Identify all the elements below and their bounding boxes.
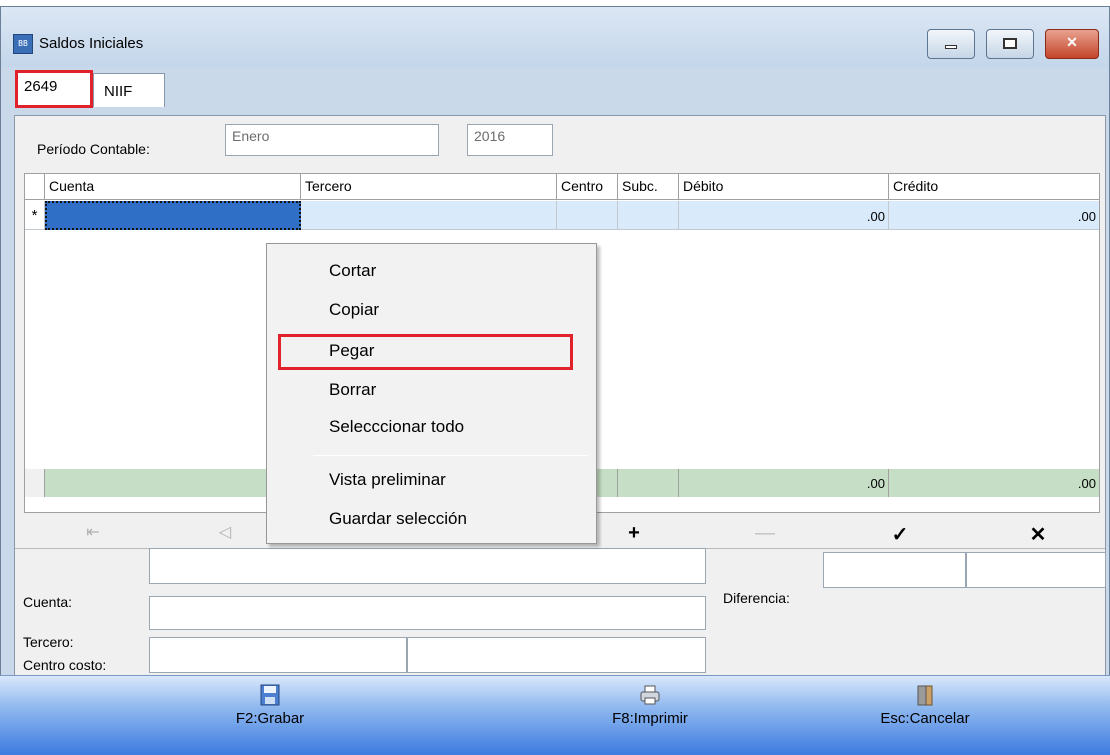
cancel-exit-button[interactable]: Esc:Cancelar xyxy=(855,676,995,754)
nav-prev-button[interactable]: ◁ xyxy=(205,522,245,548)
pegar-highlight-box xyxy=(278,334,573,370)
cell-tercero[interactable] xyxy=(301,201,557,230)
nav-confirm-button[interactable]: ✓ xyxy=(880,522,920,548)
print-label: F8:Imprimir xyxy=(612,710,688,727)
totals-subc xyxy=(618,469,679,497)
app-icon: BB xyxy=(13,34,33,54)
cell-subc[interactable] xyxy=(618,201,679,230)
menu-item-guardar-seleccion[interactable]: Guardar selección xyxy=(329,509,467,529)
row-selector-header xyxy=(25,174,45,200)
print-button[interactable]: F8:Imprimir xyxy=(590,676,710,754)
window-title: Saldos Iniciales xyxy=(39,35,144,52)
menu-item-cortar[interactable]: Cortar xyxy=(329,261,376,281)
footer-toolbar: F2:Grabar F8:Imprimir Esc:Cancelar xyxy=(0,675,1110,755)
maximize-icon xyxy=(1003,38,1017,49)
centro-costo-label: Centro costo: xyxy=(23,657,107,673)
menu-item-seleccionar-todo[interactable]: Selecccionar todo xyxy=(329,417,464,437)
diferencia-debito-field[interactable] xyxy=(823,552,966,588)
nav-cancel-button[interactable]: ✕ xyxy=(1018,522,1058,548)
totals-debito: .00 xyxy=(679,469,889,497)
context-menu: Cortar Copiar Pegar Borrar Selecccionar … xyxy=(266,243,597,544)
centro-costo-name-field[interactable] xyxy=(407,637,706,673)
cell-credito[interactable]: .00 xyxy=(889,201,1099,230)
tab-niif[interactable]: NIIF xyxy=(93,73,165,107)
close-icon: ✕ xyxy=(1066,34,1078,50)
period-year-field[interactable]: 2016 xyxy=(467,124,553,156)
tercero-label: Tercero: xyxy=(23,634,74,650)
totals-credito: .00 xyxy=(889,469,1099,497)
nav-remove-button[interactable]: — xyxy=(745,522,785,548)
column-header-cuenta[interactable]: Cuenta xyxy=(45,174,301,200)
save-button[interactable]: F2:Grabar xyxy=(210,676,330,754)
diferencia-credito-field[interactable] xyxy=(966,552,1106,588)
diferencia-label: Diferencia: xyxy=(723,590,790,606)
cancel-label: Esc:Cancelar xyxy=(880,710,970,727)
cell-centro[interactable] xyxy=(557,201,618,230)
cuenta-field[interactable] xyxy=(149,548,706,584)
period-label: Período Contable: xyxy=(37,141,150,157)
totals-row-selector xyxy=(25,469,45,497)
column-header-centro[interactable]: Centro xyxy=(557,174,618,200)
save-label: F2:Grabar xyxy=(235,710,305,727)
save-icon xyxy=(260,684,280,706)
tab-2649[interactable]: 2649 xyxy=(15,70,93,108)
cell-debito[interactable]: .00 xyxy=(679,201,889,230)
menu-item-borrar[interactable]: Borrar xyxy=(329,380,376,400)
new-row-marker: * xyxy=(25,201,45,230)
centro-costo-code-field[interactable] xyxy=(149,637,407,673)
title-bar[interactable]: BB Saldos Iniciales ✕ xyxy=(1,7,1109,67)
minimize-icon xyxy=(945,45,957,49)
nav-add-button[interactable]: + xyxy=(614,522,654,548)
cell-cuenta-active[interactable] xyxy=(45,201,301,230)
maximize-button[interactable] xyxy=(986,29,1034,59)
print-icon xyxy=(640,685,660,705)
period-month-field[interactable]: Enero xyxy=(225,124,439,156)
close-button[interactable]: ✕ xyxy=(1045,29,1099,59)
menu-separator xyxy=(313,455,588,456)
column-header-credito[interactable]: Crédito xyxy=(889,174,1099,200)
nav-first-button[interactable]: ⇤ xyxy=(73,522,113,548)
column-header-tercero[interactable]: Tercero xyxy=(301,174,557,200)
column-header-subc[interactable]: Subc. xyxy=(618,174,679,200)
menu-item-vista-preliminar[interactable]: Vista preliminar xyxy=(329,470,446,490)
cuenta-label: Cuenta: xyxy=(23,594,73,610)
tercero-field[interactable] xyxy=(149,596,706,630)
exit-door-icon xyxy=(917,685,933,706)
menu-item-copiar[interactable]: Copiar xyxy=(329,300,379,320)
minimize-button[interactable] xyxy=(927,29,975,59)
column-header-debito[interactable]: Débito xyxy=(679,174,889,200)
